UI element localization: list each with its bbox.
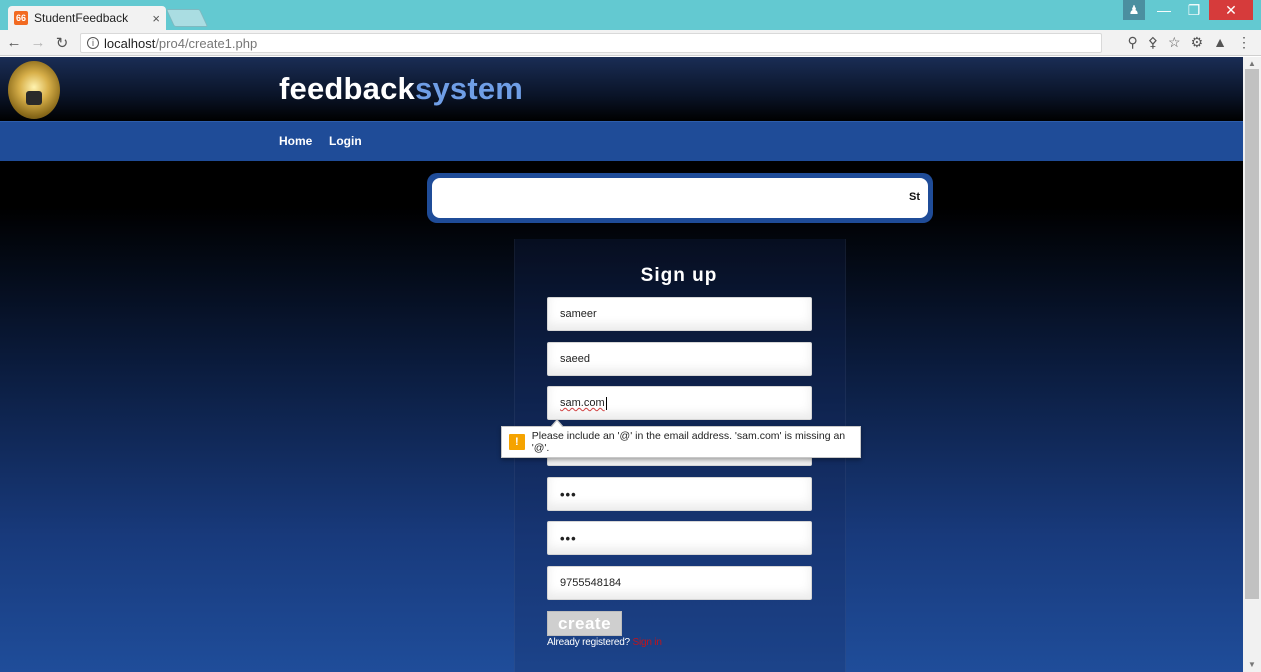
scroll-down-icon[interactable]: ▼ <box>1248 660 1256 669</box>
extension-icon[interactable]: ⚙ <box>1191 34 1204 51</box>
validation-tooltip: ! Please include an '@' in the email add… <box>501 419 861 458</box>
site-navbar: Home Login <box>0 121 1243 161</box>
site-brand: feedbacksystem <box>279 71 523 107</box>
signin-link[interactable]: Sign in <box>633 637 662 648</box>
menu-icon[interactable]: ⋮ <box>1237 34 1251 51</box>
address-toolbar: ← → ↻ i localhost/pro4/create1.php ⚲ ⚴ ☆… <box>0 30 1261 56</box>
marquee-text: St <box>909 191 920 203</box>
first-name-input[interactable]: sameer <box>547 297 812 331</box>
email-input[interactable]: sam.com <box>547 386 812 420</box>
tab-title: StudentFeedback <box>34 11 129 25</box>
star-icon[interactable]: ☆ <box>1168 34 1181 51</box>
window-controls: ♟ — ❐ ✕ <box>1123 0 1253 20</box>
already-registered: Already registered? Sign in <box>547 637 662 648</box>
phone-input[interactable]: 9755548184 <box>547 566 812 600</box>
scroll-thumb[interactable] <box>1245 69 1259 599</box>
email-value: sam.com <box>560 397 605 409</box>
url-input[interactable]: i localhost/pro4/create1.php <box>80 33 1102 53</box>
validation-message: Please include an '@' in the email addre… <box>531 430 846 454</box>
text-caret <box>605 396 607 410</box>
site-header: feedbacksystem <box>0 57 1243 121</box>
restore-icon[interactable]: ❐ <box>1179 0 1209 20</box>
url-path: /pro4/create1.php <box>155 35 258 51</box>
zoom-icon[interactable]: ⚲ <box>1127 34 1137 51</box>
url-host: localhost <box>104 35 156 51</box>
browser-titlebar: 66 StudentFeedback × ♟ — ❐ ✕ <box>0 0 1261 30</box>
forward-icon[interactable]: → <box>28 34 48 51</box>
info-icon[interactable]: i <box>87 37 99 49</box>
brand-part2: system <box>415 71 524 106</box>
scrollbar[interactable]: ▲ ▼ <box>1243 57 1261 672</box>
key-icon[interactable]: ⚴ <box>1148 34 1158 51</box>
warning-icon: ! <box>509 434 525 450</box>
password-input[interactable]: ••• <box>547 477 812 511</box>
tab-close-icon[interactable]: × <box>152 11 160 26</box>
already-registered-text: Already registered? <box>547 637 630 648</box>
profile-icon[interactable]: ♟ <box>1123 0 1145 20</box>
college-logo <box>8 61 60 119</box>
create-button[interactable]: create <box>547 611 622 636</box>
nav-login[interactable]: Login <box>329 134 362 148</box>
incognito-icon[interactable]: ▲ <box>1213 34 1227 51</box>
last-name-input[interactable]: saeed <box>547 342 812 376</box>
scroll-up-icon[interactable]: ▲ <box>1248 59 1256 68</box>
signup-title: Sign up <box>640 265 718 286</box>
new-tab-button[interactable] <box>165 9 209 27</box>
confirm-password-input[interactable]: ••• <box>547 521 812 555</box>
back-icon[interactable]: ← <box>4 34 24 51</box>
toolbar-icons: ⚲ ⚴ ☆ ⚙ ▲ ⋮ <box>1127 34 1251 51</box>
close-window-icon[interactable]: ✕ <box>1209 0 1253 20</box>
nav-home[interactable]: Home <box>279 134 312 148</box>
marquee-bar: St <box>427 173 933 223</box>
reload-icon[interactable]: ↻ <box>52 34 72 52</box>
browser-tab[interactable]: 66 StudentFeedback × <box>8 6 166 30</box>
brand-part1: feedback <box>279 71 415 106</box>
minimize-icon[interactable]: — <box>1149 0 1179 20</box>
marquee-inner: St <box>432 178 928 218</box>
favicon-icon: 66 <box>14 11 28 25</box>
